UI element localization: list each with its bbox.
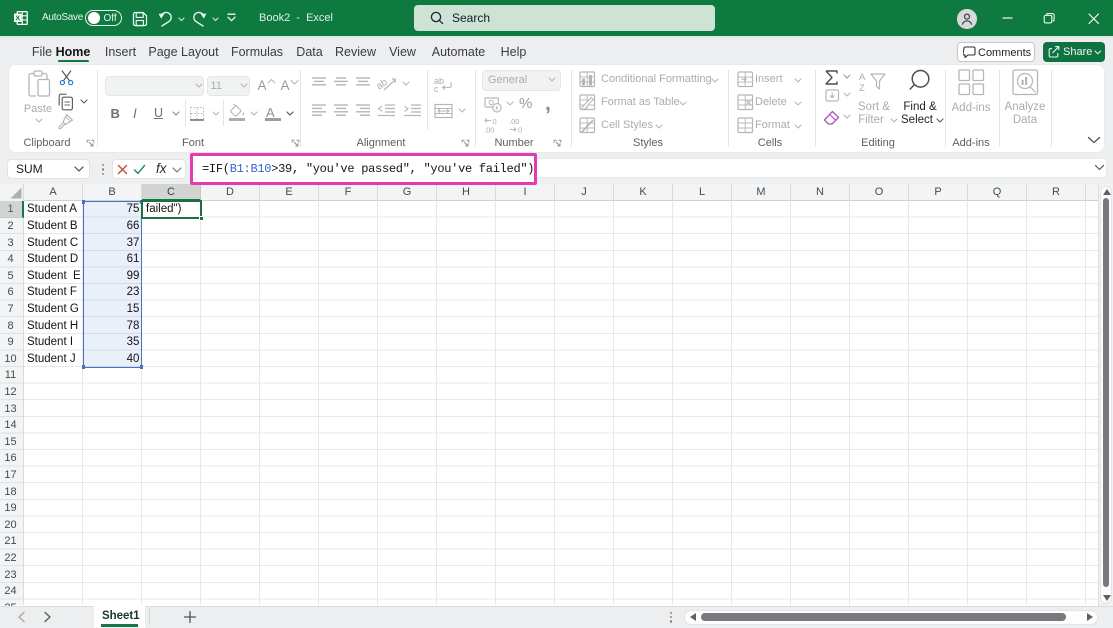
svg-text:ab: ab [377,77,390,93]
svg-text:X: X [15,13,20,22]
svg-text:Z: Z [859,83,865,93]
svg-text:c: c [434,84,439,92]
svg-text:.00: .00 [484,126,494,135]
svg-text:0: 0 [518,126,522,135]
svg-text:A: A [859,72,866,83]
